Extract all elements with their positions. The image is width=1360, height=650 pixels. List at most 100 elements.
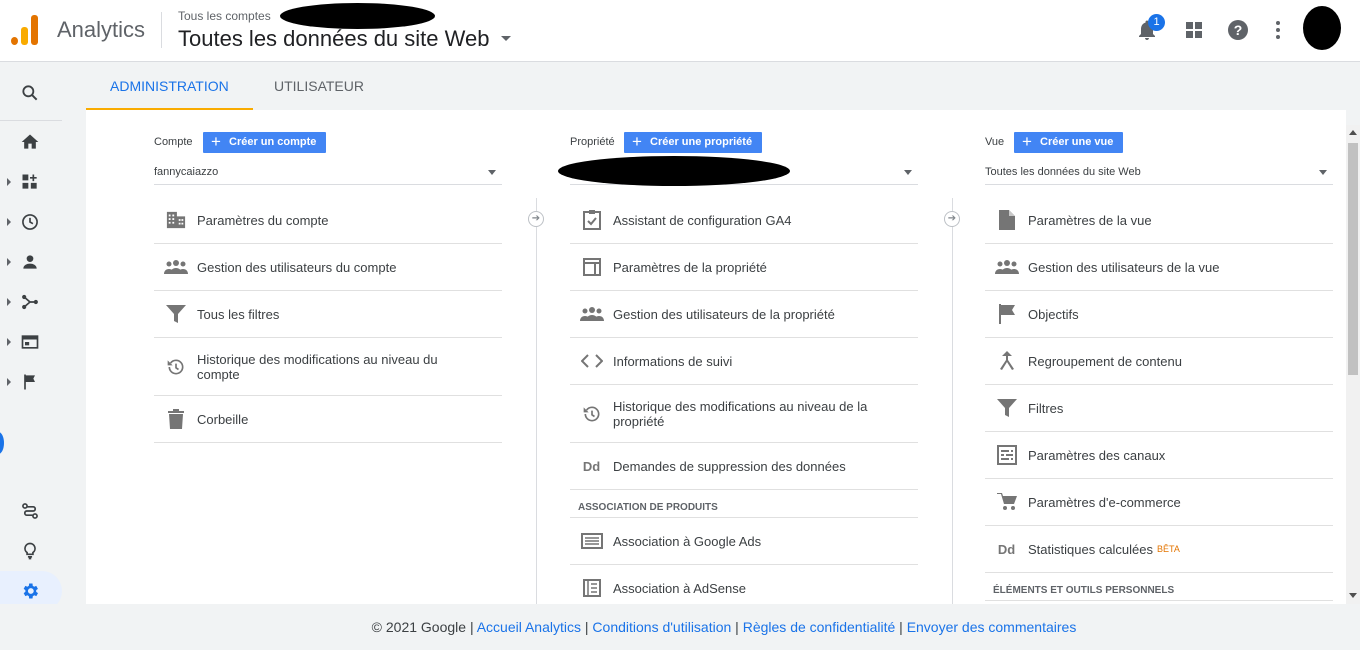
all-filters-item[interactable]: Tous les filtres — [154, 291, 502, 338]
view-filters-item[interactable]: Filtres — [985, 385, 1333, 432]
caret-down-icon[interactable] — [501, 36, 511, 41]
account-menu: Paramètres du compte Gestion des utilisa… — [154, 197, 502, 443]
property-label: Propriété — [570, 136, 615, 148]
goals-item[interactable]: Objectifs — [985, 291, 1333, 338]
customization-icon[interactable] — [20, 501, 40, 521]
account-picker-label[interactable]: Tous les comptes — [178, 9, 271, 23]
apps-grid-icon[interactable] — [1182, 18, 1206, 42]
help-tab-indicator[interactable] — [0, 432, 4, 454]
lightbulb-icon[interactable] — [20, 541, 40, 561]
scroll-up-icon[interactable] — [1349, 130, 1357, 135]
help-icon[interactable]: ? — [1226, 18, 1250, 42]
property-history-item[interactable]: Historique des modifications au niveau d… — [570, 385, 918, 443]
property-users-item[interactable]: Gestion des utilisateurs de la propriété — [570, 291, 918, 338]
beta-badge: BÊTA — [1157, 544, 1180, 554]
menu-item-label: Association à Google Ads — [613, 533, 762, 549]
create-property-button[interactable]: Créer une propriété — [624, 131, 763, 153]
expand-arrow-icon[interactable] — [7, 218, 11, 226]
view-column: Vue Créer une vue Toutes les données du … — [985, 110, 1333, 604]
content-grouping-item[interactable]: Regroupement de contenu — [985, 338, 1333, 385]
account-settings-item[interactable]: Paramètres du compte — [154, 197, 502, 244]
property-select[interactable] — [558, 156, 918, 186]
expand-arrow-icon[interactable] — [7, 378, 11, 386]
tab-user[interactable]: UTILISATEUR — [250, 62, 388, 110]
dashboard-add-icon[interactable] — [20, 172, 40, 192]
top-bar: Analytics Tous les comptes Toutes les do… — [0, 0, 1360, 62]
create-account-button[interactable]: Créer un compte — [203, 131, 327, 153]
create-view-button[interactable]: Créer une vue — [1014, 131, 1124, 153]
gear-icon[interactable] — [20, 581, 40, 601]
menu-item-label: Filtres — [1028, 400, 1064, 416]
merge-icon — [985, 351, 1028, 371]
menu-item-label: Paramètres du compte — [197, 212, 329, 228]
notification-badge: 1 — [1148, 14, 1165, 31]
history-icon — [570, 404, 613, 424]
view-settings-item[interactable]: Paramètres de la vue — [985, 197, 1333, 244]
menu-item-label: Corbeille — [197, 411, 249, 427]
menu-item-label: Demandes de suppression des données — [613, 458, 846, 474]
clock-icon[interactable] — [20, 212, 40, 232]
app-name: Analytics — [57, 17, 146, 42]
menu-item-label: Paramètres d'e-commerce — [1028, 494, 1181, 510]
menu-item-label: Association à AdSense — [613, 580, 746, 596]
account-select[interactable]: fannycaiazzo — [154, 162, 502, 185]
caret-down-icon — [488, 170, 496, 175]
cart-icon — [985, 493, 1028, 511]
google-ads-link-item[interactable]: Association à Google Ads — [570, 518, 918, 565]
avatar[interactable] — [1303, 6, 1341, 50]
view-users-item[interactable]: Gestion des utilisateurs de la vue — [985, 244, 1333, 291]
account-select-value: fannycaiazzo — [154, 166, 219, 178]
flag-icon[interactable] — [20, 372, 40, 392]
tracking-info-item[interactable]: Informations de suivi — [570, 338, 918, 385]
expand-arrow-icon[interactable] — [7, 298, 11, 306]
footer-link-home[interactable]: Accueil Analytics — [477, 619, 581, 635]
footer-link-terms[interactable]: Conditions d'utilisation — [592, 619, 731, 635]
menu-item-label: Gestion des utilisateurs du compte — [197, 259, 397, 275]
redacted-property-name — [558, 156, 790, 186]
caret-down-icon — [1319, 170, 1327, 175]
footer-link-privacy[interactable]: Règles de confidentialité — [743, 619, 896, 635]
account-column: Compte Créer un compte fannycaiazzo Para… — [154, 110, 502, 604]
building-icon — [154, 210, 197, 230]
scroll-down-icon[interactable] — [1349, 593, 1357, 598]
expand-arrow-icon[interactable] — [7, 178, 11, 186]
view-label: Vue — [985, 136, 1005, 148]
view-select[interactable]: Toutes les données du site Web — [985, 162, 1333, 185]
people-icon — [570, 306, 613, 322]
account-history-item[interactable]: Historique des modifications au niveau d… — [154, 338, 502, 396]
menu-item-label: Gestion des utilisateurs de la vue — [1028, 259, 1220, 275]
search-icon[interactable] — [20, 83, 40, 103]
expand-arrow-icon[interactable] — [7, 258, 11, 266]
adsense-link-item[interactable]: Association à AdSense — [570, 565, 918, 604]
menu-item-label: Paramètres des canaux — [1028, 447, 1166, 463]
tab-administration[interactable]: ADMINISTRATION — [86, 62, 253, 110]
ga4-assistant-item[interactable]: Assistant de configuration GA4 — [570, 197, 918, 244]
footer-copyright: © 2021 Google — [371, 619, 467, 635]
menu-item-label: Gestion des utilisateurs de la propriété — [613, 306, 835, 322]
property-settings-item[interactable]: Paramètres de la propriété — [570, 244, 918, 291]
trash-item[interactable]: Corbeille — [154, 396, 502, 443]
acquisition-icon[interactable] — [20, 292, 40, 312]
arrow-right-icon: ➔ — [944, 211, 960, 227]
filter-icon — [985, 399, 1028, 417]
behavior-icon[interactable] — [20, 332, 40, 352]
menu-item-label: Objectifs — [1028, 306, 1079, 322]
adsense-icon — [570, 579, 613, 597]
account-users-item[interactable]: Gestion des utilisateurs du compte — [154, 244, 502, 291]
data-deletion-item[interactable]: Dd Demandes de suppression des données — [570, 443, 918, 490]
calculated-metrics-item[interactable]: Dd Statistiques calculées BÊTA — [985, 526, 1333, 573]
footer-link-feedback[interactable]: Envoyer des commentaires — [907, 619, 1077, 635]
analytics-logo-icon[interactable] — [11, 15, 39, 45]
scrollbar[interactable] — [1346, 125, 1360, 604]
more-vert-icon[interactable] — [1266, 18, 1290, 42]
ads-icon — [570, 533, 613, 549]
home-icon[interactable] — [20, 132, 40, 152]
view-selector-title[interactable]: Toutes les données du site Web — [178, 26, 489, 52]
channel-settings-item[interactable]: Paramètres des canaux — [985, 432, 1333, 479]
expand-arrow-icon[interactable] — [7, 338, 11, 346]
column-divider — [952, 198, 953, 604]
ecommerce-settings-item[interactable]: Paramètres d'e-commerce — [985, 479, 1333, 526]
scroll-thumb[interactable] — [1348, 143, 1358, 375]
person-icon[interactable] — [20, 252, 40, 272]
menu-item-label: Informations de suivi — [613, 353, 733, 369]
